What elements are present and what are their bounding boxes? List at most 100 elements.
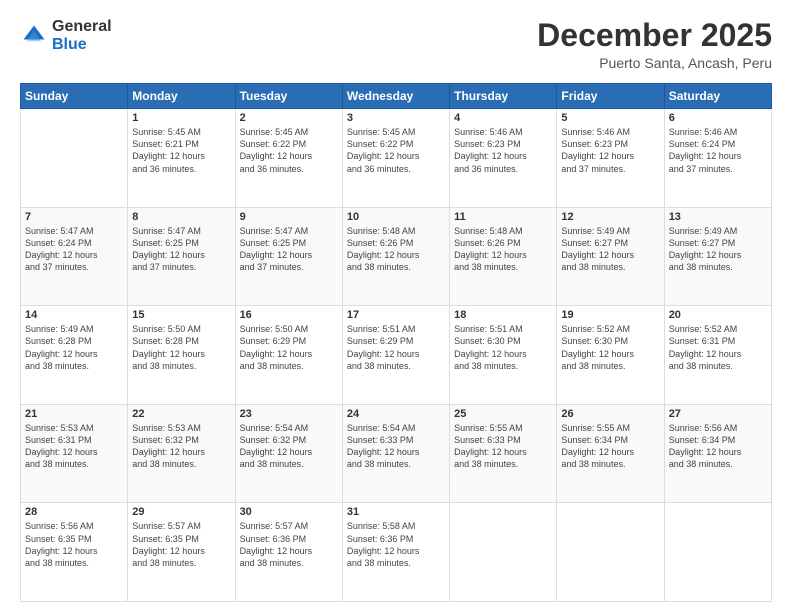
day-number: 31 xyxy=(347,506,445,518)
day-number: 15 xyxy=(132,309,230,321)
calendar-header-saturday: Saturday xyxy=(664,84,771,109)
calendar-cell: 14 Sunrise: 5:49 AM Sunset: 6:28 PM Dayli… xyxy=(21,306,128,405)
calendar-cell xyxy=(21,109,128,208)
cell-content: Sunrise: 5:52 AM Sunset: 6:30 PM Dayligh… xyxy=(561,323,659,372)
cell-content: Sunrise: 5:47 AM Sunset: 6:24 PM Dayligh… xyxy=(25,225,123,274)
day-number: 13 xyxy=(669,211,767,223)
day-number: 4 xyxy=(454,112,552,124)
cell-content: Sunrise: 5:57 AM Sunset: 6:36 PM Dayligh… xyxy=(240,520,338,569)
calendar-cell: 1 Sunrise: 5:45 AM Sunset: 6:21 PM Daylig… xyxy=(128,109,235,208)
calendar-table: SundayMondayTuesdayWednesdayThursdayFrid… xyxy=(20,83,772,602)
calendar-cell: 6Sunrise: 5:46 AM Sunset: 6:24 PM Daylig… xyxy=(664,109,771,208)
day-number: 24 xyxy=(347,408,445,420)
calendar-cell: 9 Sunrise: 5:47 AM Sunset: 6:25 PM Daylig… xyxy=(235,207,342,306)
page: General Blue December 2025 Puerto Santa,… xyxy=(0,0,792,612)
calendar-cell: 18 Sunrise: 5:51 AM Sunset: 6:30 PM Dayli… xyxy=(450,306,557,405)
cell-content: Sunrise: 5:54 AM Sunset: 6:33 PM Dayligh… xyxy=(347,422,445,471)
calendar-cell xyxy=(450,503,557,602)
day-number: 5 xyxy=(561,112,659,124)
cell-content: Sunrise: 5:51 AM Sunset: 6:30 PM Dayligh… xyxy=(454,323,552,372)
day-number: 21 xyxy=(25,408,123,420)
calendar-cell: 19Sunrise: 5:52 AM Sunset: 6:30 PM Dayli… xyxy=(557,306,664,405)
location-subtitle: Puerto Santa, Ancash, Peru xyxy=(537,55,772,71)
cell-content: Sunrise: 5:55 AM Sunset: 6:33 PM Dayligh… xyxy=(454,422,552,471)
day-number: 12 xyxy=(561,211,659,223)
day-number: 11 xyxy=(454,211,552,223)
calendar-header-sunday: Sunday xyxy=(21,84,128,109)
calendar-header-row: SundayMondayTuesdayWednesdayThursdayFrid… xyxy=(21,84,772,109)
day-number: 20 xyxy=(669,309,767,321)
calendar-cell: 23 Sunrise: 5:54 AM Sunset: 6:32 PM Dayli… xyxy=(235,404,342,503)
calendar-cell: 12 Sunrise: 5:49 AM Sunset: 6:27 PM Dayli… xyxy=(557,207,664,306)
cell-content: Sunrise: 5:45 AM Sunset: 6:21 PM Dayligh… xyxy=(132,126,230,175)
calendar-cell: 13 Sunrise: 5:49 AM Sunset: 6:27 PM Dayli… xyxy=(664,207,771,306)
day-number: 2 xyxy=(240,112,338,124)
month-title: December 2025 xyxy=(537,18,772,53)
calendar-header-thursday: Thursday xyxy=(450,84,557,109)
day-number: 23 xyxy=(240,408,338,420)
logo-icon xyxy=(20,22,48,50)
calendar-cell: 8Sunrise: 5:47 AM Sunset: 6:25 PM Daylig… xyxy=(128,207,235,306)
calendar-cell: 28Sunrise: 5:56 AM Sunset: 6:35 PM Dayli… xyxy=(21,503,128,602)
day-number: 18 xyxy=(454,309,552,321)
calendar-cell: 24 Sunrise: 5:54 AM Sunset: 6:33 PM Dayli… xyxy=(342,404,449,503)
calendar-cell: 2 Sunrise: 5:45 AM Sunset: 6:22 PM Daylig… xyxy=(235,109,342,208)
header: General Blue December 2025 Puerto Santa,… xyxy=(20,18,772,71)
calendar-week-row: 28Sunrise: 5:56 AM Sunset: 6:35 PM Dayli… xyxy=(21,503,772,602)
calendar-week-row: 7 Sunrise: 5:47 AM Sunset: 6:24 PM Daylig… xyxy=(21,207,772,306)
cell-content: Sunrise: 5:48 AM Sunset: 6:26 PM Dayligh… xyxy=(454,225,552,274)
calendar-cell: 25 Sunrise: 5:55 AM Sunset: 6:33 PM Dayli… xyxy=(450,404,557,503)
calendar-cell xyxy=(557,503,664,602)
calendar-cell: 3Sunrise: 5:45 AM Sunset: 6:22 PM Daylig… xyxy=(342,109,449,208)
cell-content: Sunrise: 5:49 AM Sunset: 6:27 PM Dayligh… xyxy=(669,225,767,274)
cell-content: Sunrise: 5:47 AM Sunset: 6:25 PM Dayligh… xyxy=(132,225,230,274)
cell-content: Sunrise: 5:48 AM Sunset: 6:26 PM Dayligh… xyxy=(347,225,445,274)
logo-general-label: General xyxy=(52,18,112,36)
cell-content: Sunrise: 5:47 AM Sunset: 6:25 PM Dayligh… xyxy=(240,225,338,274)
cell-content: Sunrise: 5:49 AM Sunset: 6:28 PM Dayligh… xyxy=(25,323,123,372)
day-number: 1 xyxy=(132,112,230,124)
cell-content: Sunrise: 5:54 AM Sunset: 6:32 PM Dayligh… xyxy=(240,422,338,471)
calendar-header-monday: Monday xyxy=(128,84,235,109)
calendar-cell: 26Sunrise: 5:55 AM Sunset: 6:34 PM Dayli… xyxy=(557,404,664,503)
calendar-cell: 5Sunrise: 5:46 AM Sunset: 6:23 PM Daylig… xyxy=(557,109,664,208)
calendar-header-tuesday: Tuesday xyxy=(235,84,342,109)
cell-content: Sunrise: 5:53 AM Sunset: 6:32 PM Dayligh… xyxy=(132,422,230,471)
cell-content: Sunrise: 5:56 AM Sunset: 6:34 PM Dayligh… xyxy=(669,422,767,471)
cell-content: Sunrise: 5:49 AM Sunset: 6:27 PM Dayligh… xyxy=(561,225,659,274)
calendar-cell xyxy=(664,503,771,602)
day-number: 28 xyxy=(25,506,123,518)
day-number: 14 xyxy=(25,309,123,321)
calendar-cell: 20 Sunrise: 5:52 AM Sunset: 6:31 PM Dayli… xyxy=(664,306,771,405)
calendar-cell: 10Sunrise: 5:48 AM Sunset: 6:26 PM Dayli… xyxy=(342,207,449,306)
day-number: 6 xyxy=(669,112,767,124)
day-number: 25 xyxy=(454,408,552,420)
logo: General Blue xyxy=(20,18,112,53)
cell-content: Sunrise: 5:57 AM Sunset: 6:35 PM Dayligh… xyxy=(132,520,230,569)
day-number: 7 xyxy=(25,211,123,223)
cell-content: Sunrise: 5:52 AM Sunset: 6:31 PM Dayligh… xyxy=(669,323,767,372)
calendar-cell: 21 Sunrise: 5:53 AM Sunset: 6:31 PM Dayli… xyxy=(21,404,128,503)
calendar-week-row: 21 Sunrise: 5:53 AM Sunset: 6:31 PM Dayli… xyxy=(21,404,772,503)
calendar-cell: 22 Sunrise: 5:53 AM Sunset: 6:32 PM Dayli… xyxy=(128,404,235,503)
calendar-header-friday: Friday xyxy=(557,84,664,109)
calendar-cell: 7 Sunrise: 5:47 AM Sunset: 6:24 PM Daylig… xyxy=(21,207,128,306)
calendar-cell: 30 Sunrise: 5:57 AM Sunset: 6:36 PM Dayli… xyxy=(235,503,342,602)
cell-content: Sunrise: 5:53 AM Sunset: 6:31 PM Dayligh… xyxy=(25,422,123,471)
day-number: 3 xyxy=(347,112,445,124)
day-number: 9 xyxy=(240,211,338,223)
cell-content: Sunrise: 5:51 AM Sunset: 6:29 PM Dayligh… xyxy=(347,323,445,372)
day-number: 29 xyxy=(132,506,230,518)
calendar-cell: 4Sunrise: 5:46 AM Sunset: 6:23 PM Daylig… xyxy=(450,109,557,208)
cell-content: Sunrise: 5:45 AM Sunset: 6:22 PM Dayligh… xyxy=(240,126,338,175)
calendar-cell: 31Sunrise: 5:58 AM Sunset: 6:36 PM Dayli… xyxy=(342,503,449,602)
calendar-cell: 27 Sunrise: 5:56 AM Sunset: 6:34 PM Dayli… xyxy=(664,404,771,503)
calendar-cell: 29 Sunrise: 5:57 AM Sunset: 6:35 PM Dayli… xyxy=(128,503,235,602)
day-number: 22 xyxy=(132,408,230,420)
calendar-header-wednesday: Wednesday xyxy=(342,84,449,109)
cell-content: Sunrise: 5:55 AM Sunset: 6:34 PM Dayligh… xyxy=(561,422,659,471)
calendar-week-row: 1 Sunrise: 5:45 AM Sunset: 6:21 PM Daylig… xyxy=(21,109,772,208)
title-block: December 2025 Puerto Santa, Ancash, Peru xyxy=(537,18,772,71)
day-number: 27 xyxy=(669,408,767,420)
day-number: 30 xyxy=(240,506,338,518)
